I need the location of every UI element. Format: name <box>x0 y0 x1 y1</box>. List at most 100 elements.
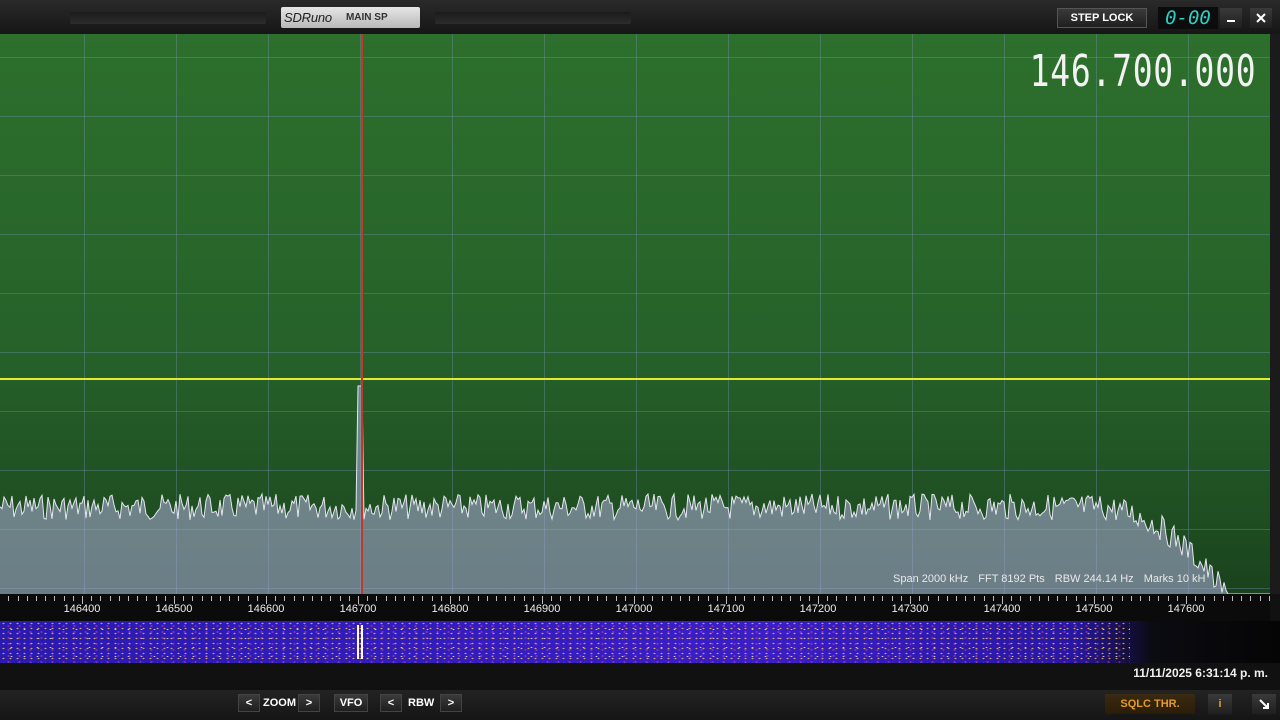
axis-tick <box>505 596 507 601</box>
rbw-info: RBW 244.14 Hz <box>1054 573 1134 585</box>
axis-tick <box>1048 596 1049 601</box>
axis-tick <box>615 596 617 601</box>
axis-tick <box>17 596 19 601</box>
zoom-in-button[interactable]: > <box>298 694 320 712</box>
axis-tick <box>827 596 829 601</box>
axis-tick <box>459 596 461 601</box>
resize-icon[interactable] <box>1252 694 1276 714</box>
axis-label: 147300 <box>891 603 929 615</box>
axis-tick <box>928 596 930 601</box>
minimize-icon[interactable] <box>1220 8 1242 28</box>
axis-tick <box>588 596 589 601</box>
axis-tick <box>983 596 985 601</box>
axis-tick <box>247 596 249 601</box>
axis-tick <box>1121 596 1123 601</box>
axis-tick <box>560 596 562 601</box>
squelch-threshold-line[interactable] <box>0 378 1270 380</box>
axis-tick <box>321 596 323 601</box>
info-button[interactable]: i <box>1208 694 1232 714</box>
axis-tick <box>836 596 838 601</box>
axis-tick <box>394 596 396 601</box>
spectrum-trace <box>0 385 1270 594</box>
axis-tick <box>404 596 405 601</box>
axis-tick <box>1029 596 1031 601</box>
axis-tick <box>63 596 65 601</box>
axis-tick <box>772 596 773 601</box>
axis-tick <box>1140 596 1141 601</box>
axis-tick <box>946 596 948 601</box>
axis-tick <box>753 596 755 601</box>
axis-tick <box>302 596 304 601</box>
close-icon[interactable] <box>1250 8 1272 28</box>
step-lock-button[interactable]: STEP LOCK <box>1057 8 1147 28</box>
axis-tick <box>1149 596 1151 601</box>
axis-tick <box>680 596 681 601</box>
frequency-axis[interactable]: 3001464001465001466001467001468001469001… <box>0 594 1270 621</box>
axis-tick <box>965 596 967 601</box>
axis-tick <box>799 596 801 601</box>
axis-tick <box>891 596 893 601</box>
axis-tick <box>808 596 810 601</box>
axis-tick <box>1112 596 1114 601</box>
spectrum-display[interactable]: 146.700.000 Span 2000 kHz FFT 8192 Pts R… <box>0 34 1270 594</box>
axis-tick <box>974 596 976 601</box>
axis-tick <box>689 596 691 601</box>
axis-tick <box>670 596 672 601</box>
axis-tick <box>1195 596 1197 601</box>
axis-tick <box>937 596 939 601</box>
axis-tick <box>496 596 497 601</box>
vfo-marker[interactable] <box>361 34 363 594</box>
axis-tick <box>578 596 580 601</box>
axis-tick <box>854 596 856 601</box>
app-name: SDRuno <box>284 10 332 25</box>
rbw-down-button[interactable]: < <box>380 694 402 712</box>
axis-tick <box>183 596 185 601</box>
axis-label: 146800 <box>431 603 469 615</box>
sqlc-threshold-button[interactable]: SQLC THR. <box>1105 694 1195 714</box>
axis-tick <box>900 596 902 601</box>
axis-tick <box>1066 596 1068 601</box>
waterfall-vfo-marker[interactable] <box>356 621 364 663</box>
axis-tick <box>26 596 28 601</box>
timestamp: 11/11/2025 6:31:14 p. m. <box>1133 666 1268 680</box>
vfo-button[interactable]: VFO <box>334 694 368 712</box>
zoom-out-button[interactable]: < <box>238 694 260 712</box>
axis-tick <box>606 596 608 601</box>
axis-tick <box>1259 596 1261 601</box>
axis-tick <box>137 596 139 601</box>
axis-tick <box>919 596 921 601</box>
axis-tick <box>1057 596 1059 601</box>
axis-tick <box>348 596 350 601</box>
axis-label: 146700 <box>339 603 377 615</box>
axis-tick <box>192 596 194 601</box>
axis-tick <box>468 596 470 601</box>
axis-tick <box>882 596 884 601</box>
span-info: Span 2000 kHz <box>893 573 969 585</box>
rbw-up-button[interactable]: > <box>440 694 462 712</box>
axis-tick <box>1020 596 1022 601</box>
axis-tick <box>1011 596 1013 601</box>
right-scrollbar[interactable] <box>1270 34 1280 594</box>
axis-tick <box>54 596 56 601</box>
waterfall-display[interactable] <box>0 621 1280 663</box>
axis-tick <box>413 596 415 601</box>
lcd-display: 0-00 <box>1158 7 1218 29</box>
axis-tick <box>643 596 645 601</box>
axis-tick <box>652 596 654 601</box>
axis-tick <box>275 596 277 601</box>
axis-tick <box>661 596 663 601</box>
axis-label: 147400 <box>983 603 1021 615</box>
axis-tick <box>1204 596 1206 601</box>
axis-tick <box>1158 596 1160 601</box>
axis-tick <box>128 596 129 601</box>
axis-tick <box>385 596 387 601</box>
waterfall-noise <box>0 621 1130 663</box>
axis-tick <box>523 596 525 601</box>
title-plate[interactable]: SDRuno MAIN SP <box>281 7 420 28</box>
title-bar[interactable]: SDRuno MAIN SP STEP LOCK 0-00 <box>0 0 1280 34</box>
axis-tick <box>8 596 10 601</box>
axis-tick <box>155 596 157 601</box>
axis-tick <box>1176 596 1178 601</box>
axis-tick <box>707 596 709 601</box>
axis-label: 147600 <box>1167 603 1205 615</box>
